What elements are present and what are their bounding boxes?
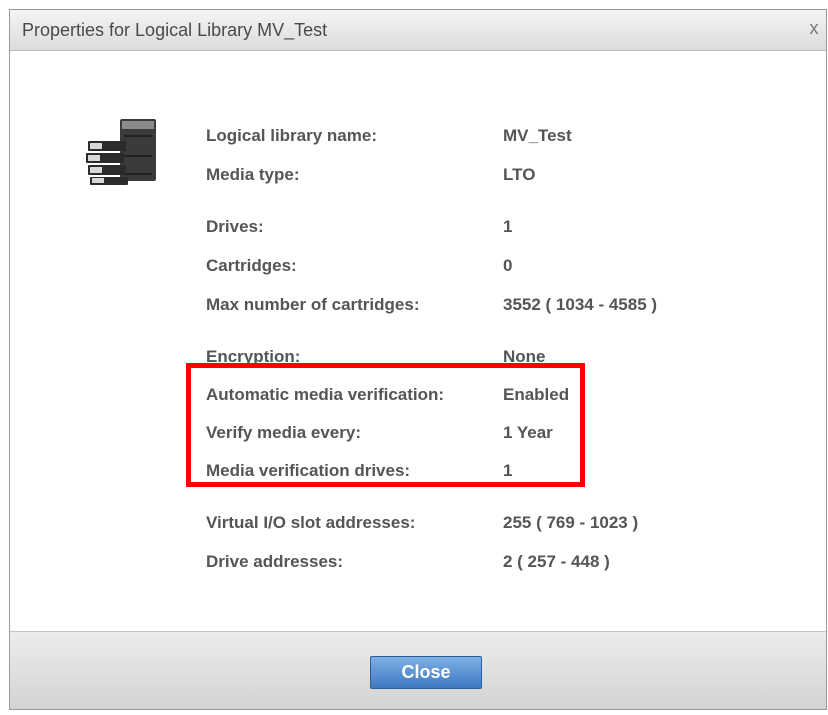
close-button[interactable]: Close <box>370 656 482 689</box>
value-drive-addresses: 2 ( 257 - 448 ) <box>503 552 610 571</box>
value-max-cartridges: 3552 ( 1034 - 4585 ) <box>503 295 658 314</box>
dialog-titlebar: Properties for Logical Library MV_Test x <box>10 10 826 51</box>
dialog-content: Logical library name: MV_Test Media type… <box>10 51 826 634</box>
value-logical-library-name: MV_Test <box>503 126 572 145</box>
label-virtual-io-slot-addresses: Virtual I/O slot addresses: <box>206 513 416 532</box>
label-logical-library-name: Logical library name: <box>206 126 377 145</box>
label-drives: Drives: <box>206 217 264 236</box>
value-drives: 1 <box>503 217 513 236</box>
value-media-type: LTO <box>503 165 536 184</box>
label-max-cartridges: Max number of cartridges: <box>206 295 420 314</box>
properties-dialog: Properties for Logical Library MV_Test x <box>9 9 827 710</box>
label-media-type: Media type: <box>206 165 300 184</box>
tape-library-icon <box>80 111 160 191</box>
label-cartridges: Cartridges: <box>206 256 297 275</box>
label-drive-addresses: Drive addresses: <box>206 552 344 571</box>
dialog-footer: Close <box>10 631 826 709</box>
value-cartridges: 0 <box>503 256 513 275</box>
media-verification-highlight <box>186 363 585 487</box>
close-icon[interactable]: x <box>806 18 822 38</box>
value-virtual-io-slot-addresses: 255 ( 769 - 1023 ) <box>503 513 639 532</box>
dialog-title: Properties for Logical Library MV_Test <box>22 20 328 40</box>
